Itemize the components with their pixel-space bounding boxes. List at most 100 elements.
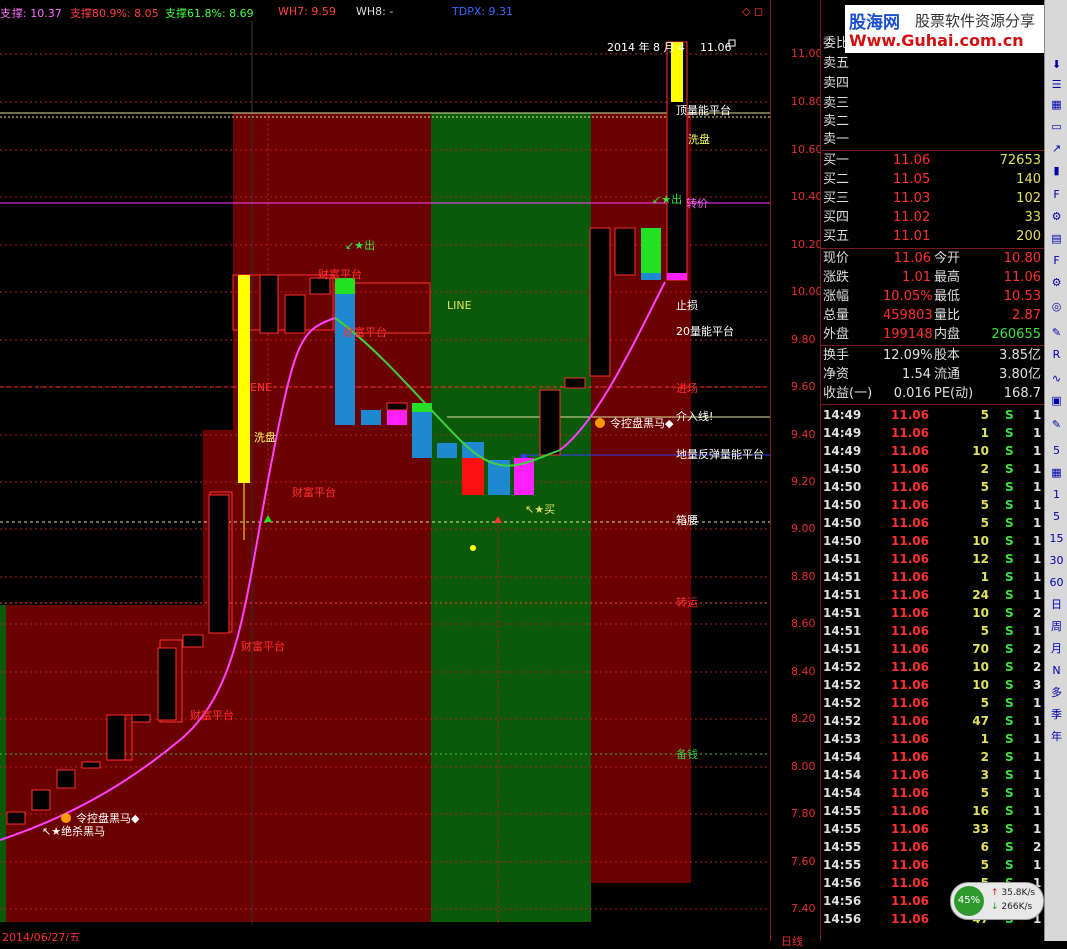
label-box-waist: 箱腰 [676, 513, 698, 527]
quote-value: 1.01 [902, 270, 931, 285]
period-button[interactable]: 5 [1047, 507, 1066, 526]
candlestick-chart[interactable]: 2014 年 8 月 4 11.06 LINE ↙★出 ↙★出 ↖★买 财富平台… [0, 0, 770, 941]
settings-icon[interactable]: ⚙ [1047, 207, 1066, 226]
tick-row: 14:49 11.06 1 S 1 [821, 424, 1045, 442]
axis-tick: 10.20 [791, 238, 823, 251]
axis-tick: 7.60 [791, 855, 816, 868]
quote-label: 涨跌 [823, 270, 850, 285]
axis-tick: 7.80 [791, 807, 816, 820]
tick-side: S [1005, 786, 1014, 800]
marker-orange-dot [61, 813, 71, 823]
fundamental-value: 12.09% [883, 348, 933, 363]
tick-row: 14:50 11.06 5 S 1 [821, 514, 1045, 532]
label-stop: 止损 [676, 298, 698, 312]
tick-price: 11.06 [891, 768, 929, 782]
tick-time: 14:50 [823, 516, 862, 530]
tick-price: 11.06 [891, 642, 929, 656]
label-wealth-2: 财富平台 [343, 325, 387, 339]
quote-label: 最低 [934, 289, 961, 304]
tick-row: 14:51 11.06 10 S 2 [821, 604, 1045, 622]
circle-icon[interactable]: ◎ [1047, 297, 1066, 316]
tick-time: 14:49 [823, 408, 862, 422]
quote-value: 260655 [991, 327, 1041, 342]
tick-time: 14:53 [823, 732, 862, 746]
calendar-icon[interactable]: ▤ [1047, 229, 1066, 248]
tick-volume: 70 [972, 642, 989, 656]
buy-row-5[interactable]: 买五 11.01 200 [821, 228, 1045, 246]
tick-count: 1 [1033, 822, 1042, 836]
tick-count: 1 [1033, 570, 1042, 584]
tick-time: 14:52 [823, 660, 862, 674]
tick-time: 14:55 [823, 822, 862, 836]
tick-time: 14:56 [823, 894, 862, 908]
label-out-1: ↙★出 [345, 238, 375, 252]
network-speed-widget[interactable]: 45% ↑ 35.8K/s ↓ 266K/s [950, 882, 1044, 920]
period-button[interactable]: 月 [1047, 639, 1066, 658]
candle-yellow [238, 275, 250, 483]
layers-icon[interactable]: ▣ [1047, 391, 1066, 410]
buy-row-2[interactable]: 买二 11.05 140 [821, 171, 1045, 189]
grid-icon[interactable]: ▦ [1047, 95, 1066, 114]
divider [821, 345, 1045, 346]
period-button[interactable]: 1 [1047, 485, 1066, 504]
tick-row: 14:52 11.06 47 S 1 [821, 712, 1045, 730]
tick-row: 14:52 11.06 5 S 1 [821, 694, 1045, 712]
period-button[interactable]: 15 [1047, 529, 1066, 548]
tick-volume: 1 [980, 426, 989, 440]
period-button[interactable]: N [1047, 661, 1066, 680]
line-chart-icon[interactable]: ↗ [1047, 139, 1066, 158]
f12-icon[interactable]: F [1047, 251, 1066, 270]
period-button[interactable]: 多 [1047, 683, 1066, 702]
tick-volume: 5 [980, 858, 989, 872]
tick-row: 14:51 11.06 24 S 1 [821, 586, 1045, 604]
rsi-icon[interactable]: R [1047, 345, 1066, 364]
quote-label: 现价 [823, 251, 850, 266]
right-toolbar: ⬇ ☰ ▦ ▭ ↗ ▮ F ⚙ ▤ F ⚙ ◎ ✎ R ∿ ▣ ✎ 5 ▦ 15… [1044, 0, 1067, 941]
chart-tool-icon[interactable]: ⬇ [1047, 55, 1066, 74]
tick-volume: 5 [980, 498, 989, 512]
buy-row-3[interactable]: 买三 11.03 102 [821, 190, 1045, 208]
axis-tick: 11.00 [791, 47, 823, 60]
fin-icon[interactable]: F [1047, 185, 1066, 204]
buy3-price: 11.03 [893, 191, 931, 206]
tick-volume: 3 [980, 768, 989, 782]
quote-row: 涨幅 10.05% 最低 10.53 [821, 288, 1045, 306]
tick-side: S [1005, 822, 1014, 836]
period-button[interactable]: 60 [1047, 573, 1066, 592]
quote-label: 涨幅 [823, 289, 850, 304]
buy-row-1[interactable]: 买一 11.06 72653 [821, 152, 1045, 170]
divider [821, 150, 1045, 151]
buy4-label: 买四 [823, 210, 850, 225]
gear-icon[interactable]: ⚙ [1047, 273, 1066, 292]
tick-row: 14:51 11.06 12 S 1 [821, 550, 1045, 568]
period-button[interactable]: 年 [1047, 727, 1066, 746]
f5-icon[interactable]: 5 [1047, 441, 1066, 460]
buy-row-4[interactable]: 买四 11.02 33 [821, 209, 1045, 227]
pen-icon[interactable]: ✎ [1047, 323, 1066, 342]
table-icon[interactable]: ▦ [1047, 463, 1066, 482]
tick-count: 1 [1033, 426, 1042, 440]
tick-count: 1 [1033, 408, 1042, 422]
period-button[interactable]: 周 [1047, 617, 1066, 636]
tick-side: S [1005, 588, 1014, 602]
period-button[interactable]: 季 [1047, 705, 1066, 724]
candle-icon[interactable]: ▮ [1047, 161, 1066, 180]
axis-tick: 8.60 [791, 617, 816, 630]
label-vol-top: 顶量能平台 [676, 103, 731, 117]
quote-value: 10.80 [1003, 251, 1041, 266]
tick-side: S [1005, 660, 1014, 674]
axis-tick: 8.80 [791, 570, 816, 583]
window-icon[interactable]: ▭ [1047, 117, 1066, 136]
tick-time: 14:49 [823, 444, 862, 458]
wave-icon[interactable]: ∿ [1047, 369, 1066, 388]
tick-side: S [1005, 444, 1014, 458]
edit-icon[interactable]: ✎ [1047, 415, 1066, 434]
fundamental-value: 1.54 [902, 367, 931, 382]
period-button[interactable]: 日 [1047, 595, 1066, 614]
label-line: LINE [447, 299, 472, 312]
tick-volume: 10 [972, 534, 989, 548]
list-icon[interactable]: ☰ [1047, 75, 1066, 94]
tick-time: 14:55 [823, 858, 862, 872]
period-button[interactable]: 30 [1047, 551, 1066, 570]
tick-price: 11.06 [891, 876, 929, 890]
